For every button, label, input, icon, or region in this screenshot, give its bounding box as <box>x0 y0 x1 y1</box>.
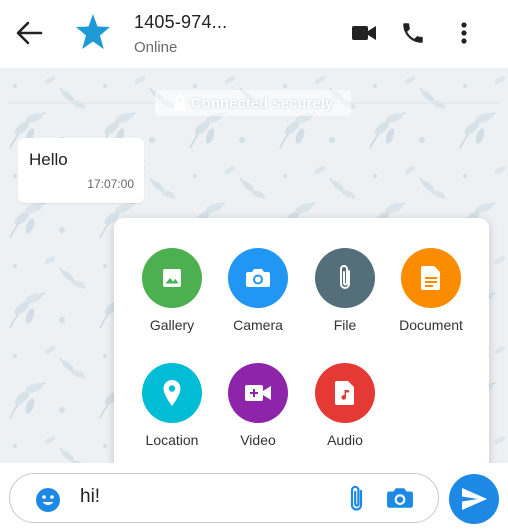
document-icon <box>421 266 440 290</box>
contact-status: Online <box>134 39 178 56</box>
attach-label: Audio <box>327 432 363 448</box>
attach-label: Gallery <box>149 317 195 333</box>
document-circle <box>401 248 461 308</box>
camera-circle <box>228 248 288 308</box>
attach-gallery-button[interactable]: Gallery <box>127 248 217 333</box>
video-call-button[interactable] <box>351 20 377 46</box>
image-icon <box>163 269 181 287</box>
message-input[interactable]: hi! <box>9 473 439 523</box>
attach-label: Video <box>240 432 276 448</box>
attach-video-button[interactable]: Video <box>213 363 303 448</box>
attach-label: Location <box>145 432 199 448</box>
message-input-text: hi! <box>80 486 101 507</box>
more-options-button[interactable] <box>451 20 477 46</box>
paperclip-icon <box>340 265 350 289</box>
attach-audio-button[interactable]: Audio <box>300 363 390 448</box>
emoji-icon[interactable] <box>35 487 61 513</box>
send-button[interactable] <box>449 474 499 524</box>
video-camera-icon <box>352 26 376 40</box>
message-bubble[interactable]: Hello 17:07:00 <box>18 138 144 203</box>
message-text: Hello <box>29 150 68 169</box>
avatar[interactable] <box>74 12 112 52</box>
message-composer: hi! <box>0 463 508 530</box>
more-vertical-icon <box>461 22 467 44</box>
video-circle <box>228 363 288 423</box>
attachment-menu: Gallery Camera File Document Location Vi… <box>114 218 489 476</box>
location-circle <box>142 363 202 423</box>
chat-header: 1405-974... Online <box>0 0 508 68</box>
file-circle <box>315 248 375 308</box>
lock-icon <box>173 95 186 111</box>
camera-icon <box>246 269 270 287</box>
secure-banner: Connected securely <box>155 90 351 116</box>
back-button[interactable] <box>14 20 44 46</box>
attach-label: Camera <box>233 317 283 333</box>
star-icon <box>76 14 110 49</box>
attach-file-button[interactable]: File <box>300 248 390 333</box>
video-add-icon <box>245 385 271 401</box>
attach-document-button[interactable]: Document <box>386 248 476 333</box>
gallery-circle <box>142 248 202 308</box>
attach-label: File <box>333 317 357 333</box>
contact-name: 1405-974... <box>134 12 228 32</box>
audio-circle <box>315 363 375 423</box>
secure-banner-text: Connected securely <box>190 94 334 112</box>
paperclip-icon[interactable] <box>346 484 368 514</box>
voice-call-button[interactable] <box>400 20 426 46</box>
attach-label: Document <box>399 317 463 333</box>
attach-location-button[interactable]: Location <box>127 363 217 448</box>
send-icon <box>462 488 487 510</box>
location-pin-icon <box>163 380 181 406</box>
audio-file-icon <box>335 381 354 405</box>
arrow-left-icon <box>16 21 43 45</box>
message-time: 17:07:00 <box>87 177 134 191</box>
attach-camera-button[interactable]: Camera <box>213 248 303 333</box>
phone-icon <box>403 23 423 43</box>
contact-info[interactable]: 1405-974... Online <box>134 12 227 56</box>
camera-icon[interactable] <box>386 485 414 511</box>
